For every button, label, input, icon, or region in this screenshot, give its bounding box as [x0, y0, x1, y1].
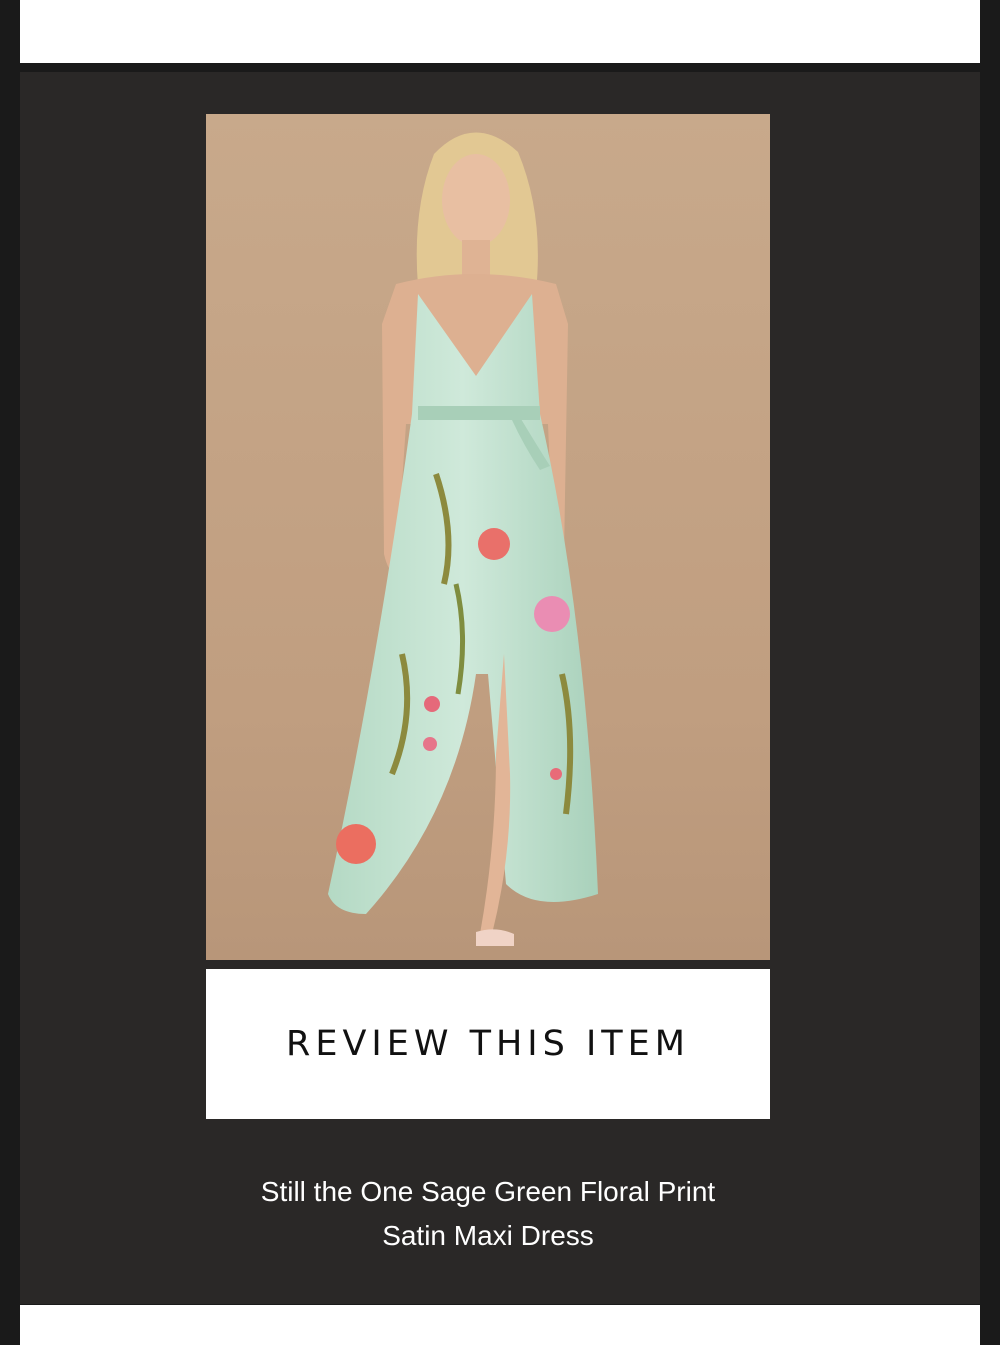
review-this-item-button[interactable]: REVIEW THIS ITEM	[206, 969, 770, 1119]
product-name-line-2: Satin Maxi Dress	[382, 1220, 594, 1251]
product-image[interactable]	[206, 114, 770, 960]
dress-illustration	[206, 114, 770, 960]
next-email-section	[20, 1305, 980, 1345]
product-name[interactable]: Still the One Sage Green Floral Print Sa…	[206, 1170, 770, 1258]
product-name-line-1: Still the One Sage Green Floral Print	[260, 1176, 716, 1207]
previous-email-section	[20, 0, 980, 63]
review-button-label: REVIEW THIS ITEM	[286, 1024, 690, 1064]
